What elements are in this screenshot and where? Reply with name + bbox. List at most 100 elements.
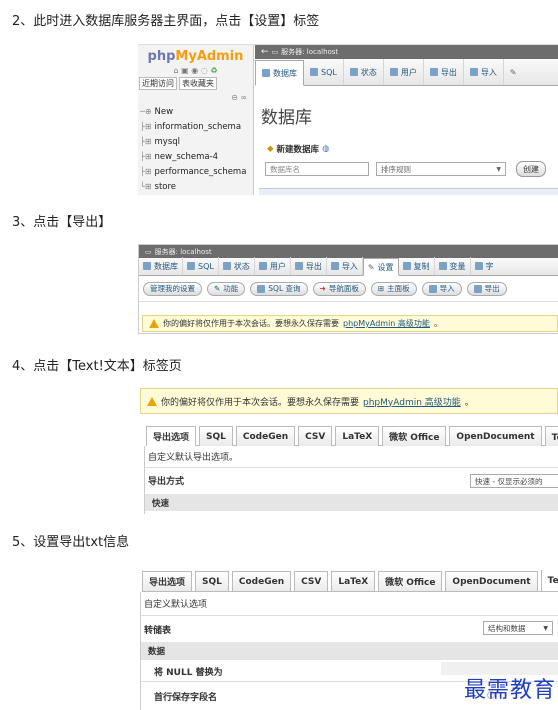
features-button[interactable]: ✎ 功能 [207, 281, 246, 296]
tab-latex[interactable]: LaTeX [335, 426, 380, 446]
sql-icon [187, 262, 195, 270]
advanced-features-link[interactable]: phpMyAdmin 高级功能 [363, 395, 461, 408]
tab-databases[interactable]: 数据库 [255, 60, 304, 86]
manage-settings-button[interactable]: 管理我的设置 [143, 281, 202, 296]
help-icon[interactable]: ◉ [191, 66, 198, 75]
users-icon [258, 262, 267, 270]
settings-icon[interactable]: ◌ [201, 66, 208, 75]
page-title: 数据库 [261, 108, 312, 128]
create-button[interactable]: 创建 [516, 161, 546, 177]
recent-tab[interactable]: 近期访问 [139, 77, 177, 90]
tab-settings[interactable]: ✎ 设置 [362, 258, 399, 276]
tab-sql[interactable]: SQL [304, 59, 344, 85]
tab-export[interactable]: 导出 [424, 59, 464, 85]
import-icon [469, 68, 478, 76]
advanced-features-link[interactable]: phpMyAdmin 高级功能 [343, 318, 430, 329]
tab-users[interactable]: 用户 [255, 257, 291, 275]
tab-import[interactable]: 导入 [327, 257, 363, 275]
main-panel-button[interactable]: ⊞ 主面板 [370, 281, 417, 296]
help-icon[interactable]: ◍ [322, 144, 329, 154]
database-icon [143, 262, 151, 270]
tab-variables[interactable]: 变量 [435, 257, 471, 275]
tab-databases[interactable]: 数据库 [139, 257, 183, 275]
tab-export[interactable]: 导出 [291, 257, 327, 275]
wrench-icon: ✎ [509, 67, 517, 77]
session-warning: 你的偏好将仅作用于本次会话。要想永久保存需要 phpMyAdmin 高级功能。 [140, 388, 558, 414]
collapse-link-icon[interactable]: ⊖ ∞ [138, 93, 253, 102]
export-method-select[interactable]: 快速 - 仅显示必须的 [470, 474, 558, 488]
tree-item-db[interactable]: ├⊞ new_schema-4 [138, 149, 253, 164]
screenshot-export-tabs: 你的偏好将仅作用于本次会话。要想永久保存需要 phpMyAdmin 高级功能。 导… [138, 388, 558, 514]
null-replace-label: 将 NULL 替换为 [154, 668, 223, 678]
export-format-tabs: 导出选项 SQL CodeGen CSV LaTeX 微软 Office Ope… [146, 426, 558, 446]
tree-item-new[interactable]: ─⊕ New [138, 104, 253, 119]
new-database-icon: ◆ [267, 144, 274, 154]
tab-codegen[interactable]: CodeGen [231, 571, 292, 591]
favorites-tab[interactable]: 表收藏夹 [179, 77, 217, 90]
panel-subtitle: 自定义默认选项 [141, 592, 558, 616]
server-tabs: 数据库 SQL 状态 用户 导出 导入 ✎ 设置 复制 变量 字 [139, 257, 558, 276]
nav-panel-button[interactable]: ➜ 导航面板 [312, 281, 366, 296]
db-name-input[interactable]: 数据库名 [265, 162, 369, 176]
tab-office[interactable]: 微软 Office [382, 426, 447, 446]
tree-branch-icon: ─⊕ [140, 107, 152, 116]
tab-users[interactable]: 用户 [384, 59, 424, 85]
export-icon [294, 262, 303, 270]
tab-codegen[interactable]: CodeGen [235, 426, 296, 446]
tab-sql[interactable]: SQL [199, 426, 233, 446]
tab-import[interactable]: 导入 [464, 59, 504, 85]
home-icon[interactable]: ⌂ [174, 66, 179, 75]
exit-icon[interactable]: ▣ [181, 66, 189, 75]
tab-opendocument[interactable]: OpenDocument [449, 426, 542, 446]
status-icon [349, 68, 358, 76]
tab-charsets[interactable]: 字 [471, 257, 498, 275]
tree-item-db[interactable]: ├⊞ mysql [138, 134, 253, 149]
tab-status[interactable]: 状态 [344, 59, 384, 85]
step-5-caption: 5、设置导出txt信息 [12, 535, 130, 550]
dump-table-select[interactable]: 结构和数据 ▼ [483, 621, 553, 635]
panel-subtitle: 自定义默认导出选项。 [145, 446, 558, 468]
tab-texy[interactable]: Texy [540, 570, 558, 591]
tab-office[interactable]: 微软 Office [378, 571, 443, 591]
tab-sql[interactable]: SQL [183, 257, 219, 275]
screenshot-server-main: phpMyAdmin ⌂ ▣ ◉ ◌ ♻ 近期访问 表收藏夹 ⊖ ∞ ─⊕ New… [138, 44, 558, 195]
tab-status[interactable]: 状态 [219, 257, 255, 275]
tree-item-db[interactable]: └⊞ store [138, 179, 253, 194]
wrench-icon: ✎ [214, 284, 221, 293]
tab-texy[interactable]: Texy! 文 [544, 426, 558, 446]
tab-export-options[interactable]: 导出选项 [142, 571, 193, 591]
chevron-down-icon: ▼ [543, 624, 548, 632]
tab-replication[interactable]: 复制 [399, 257, 435, 275]
status-icon [222, 262, 231, 270]
database-tree: ─⊕ New ├⊞ information_schema ├⊞ mysql ├⊞ new… [138, 104, 253, 194]
import-icon [330, 262, 339, 270]
collapse-arrow-icon[interactable]: ← [261, 47, 269, 57]
sql-query-button[interactable]: SQL 查询 [250, 281, 308, 296]
main-panel: ← ▭ 服务器: localhost 数据库 SQL 状态 用户 导出 导入 ✎… [255, 45, 558, 195]
quick-section-header: 快速 [145, 494, 558, 511]
tab-opendocument[interactable]: OpenDocument [445, 571, 538, 591]
tab-csv[interactable]: CSV [298, 426, 333, 446]
step-3-caption: 3、点击【导出】 [12, 215, 112, 230]
screenshot-texy-options: 导出选项 SQL CodeGen CSV LaTeX 微软 Office Ope… [138, 570, 558, 710]
collation-select[interactable]: 排序规则 ▼ [376, 162, 506, 176]
export-button[interactable]: 导出 [466, 281, 507, 296]
tab-export-options[interactable]: 导出选项 [146, 426, 197, 446]
tab-latex[interactable]: LaTeX [331, 571, 376, 591]
settings-subbar: 管理我的设置 ✎ 功能 SQL 查询 ➜ 导航面板 ⊞ 主面板 导入 导出 [139, 276, 558, 302]
import-button[interactable]: 导入 [421, 281, 462, 296]
tab-settings[interactable]: ✎ [504, 59, 523, 85]
tab-csv[interactable]: CSV [294, 571, 329, 591]
sql-icon [257, 284, 266, 293]
reload-icon[interactable]: ♻ [210, 66, 217, 75]
data-section-header: 数据 [141, 642, 558, 660]
tree-item-db[interactable]: ├⊞ information_schema [138, 119, 253, 134]
export-icon [429, 68, 438, 76]
tree-item-db[interactable]: ├⊞ performance_schema [138, 164, 253, 179]
screenshot-settings: ▭ 服务器: localhost 数据库 SQL 状态 用户 导出 导入 ✎ 设置… [138, 244, 558, 334]
tree-branch-icon: ├⊞ [140, 167, 152, 176]
chevron-down-icon: ▼ [496, 165, 501, 173]
tree-branch-icon: ├⊞ [140, 137, 152, 146]
tab-sql[interactable]: SQL [195, 571, 229, 591]
replication-icon [402, 262, 411, 270]
